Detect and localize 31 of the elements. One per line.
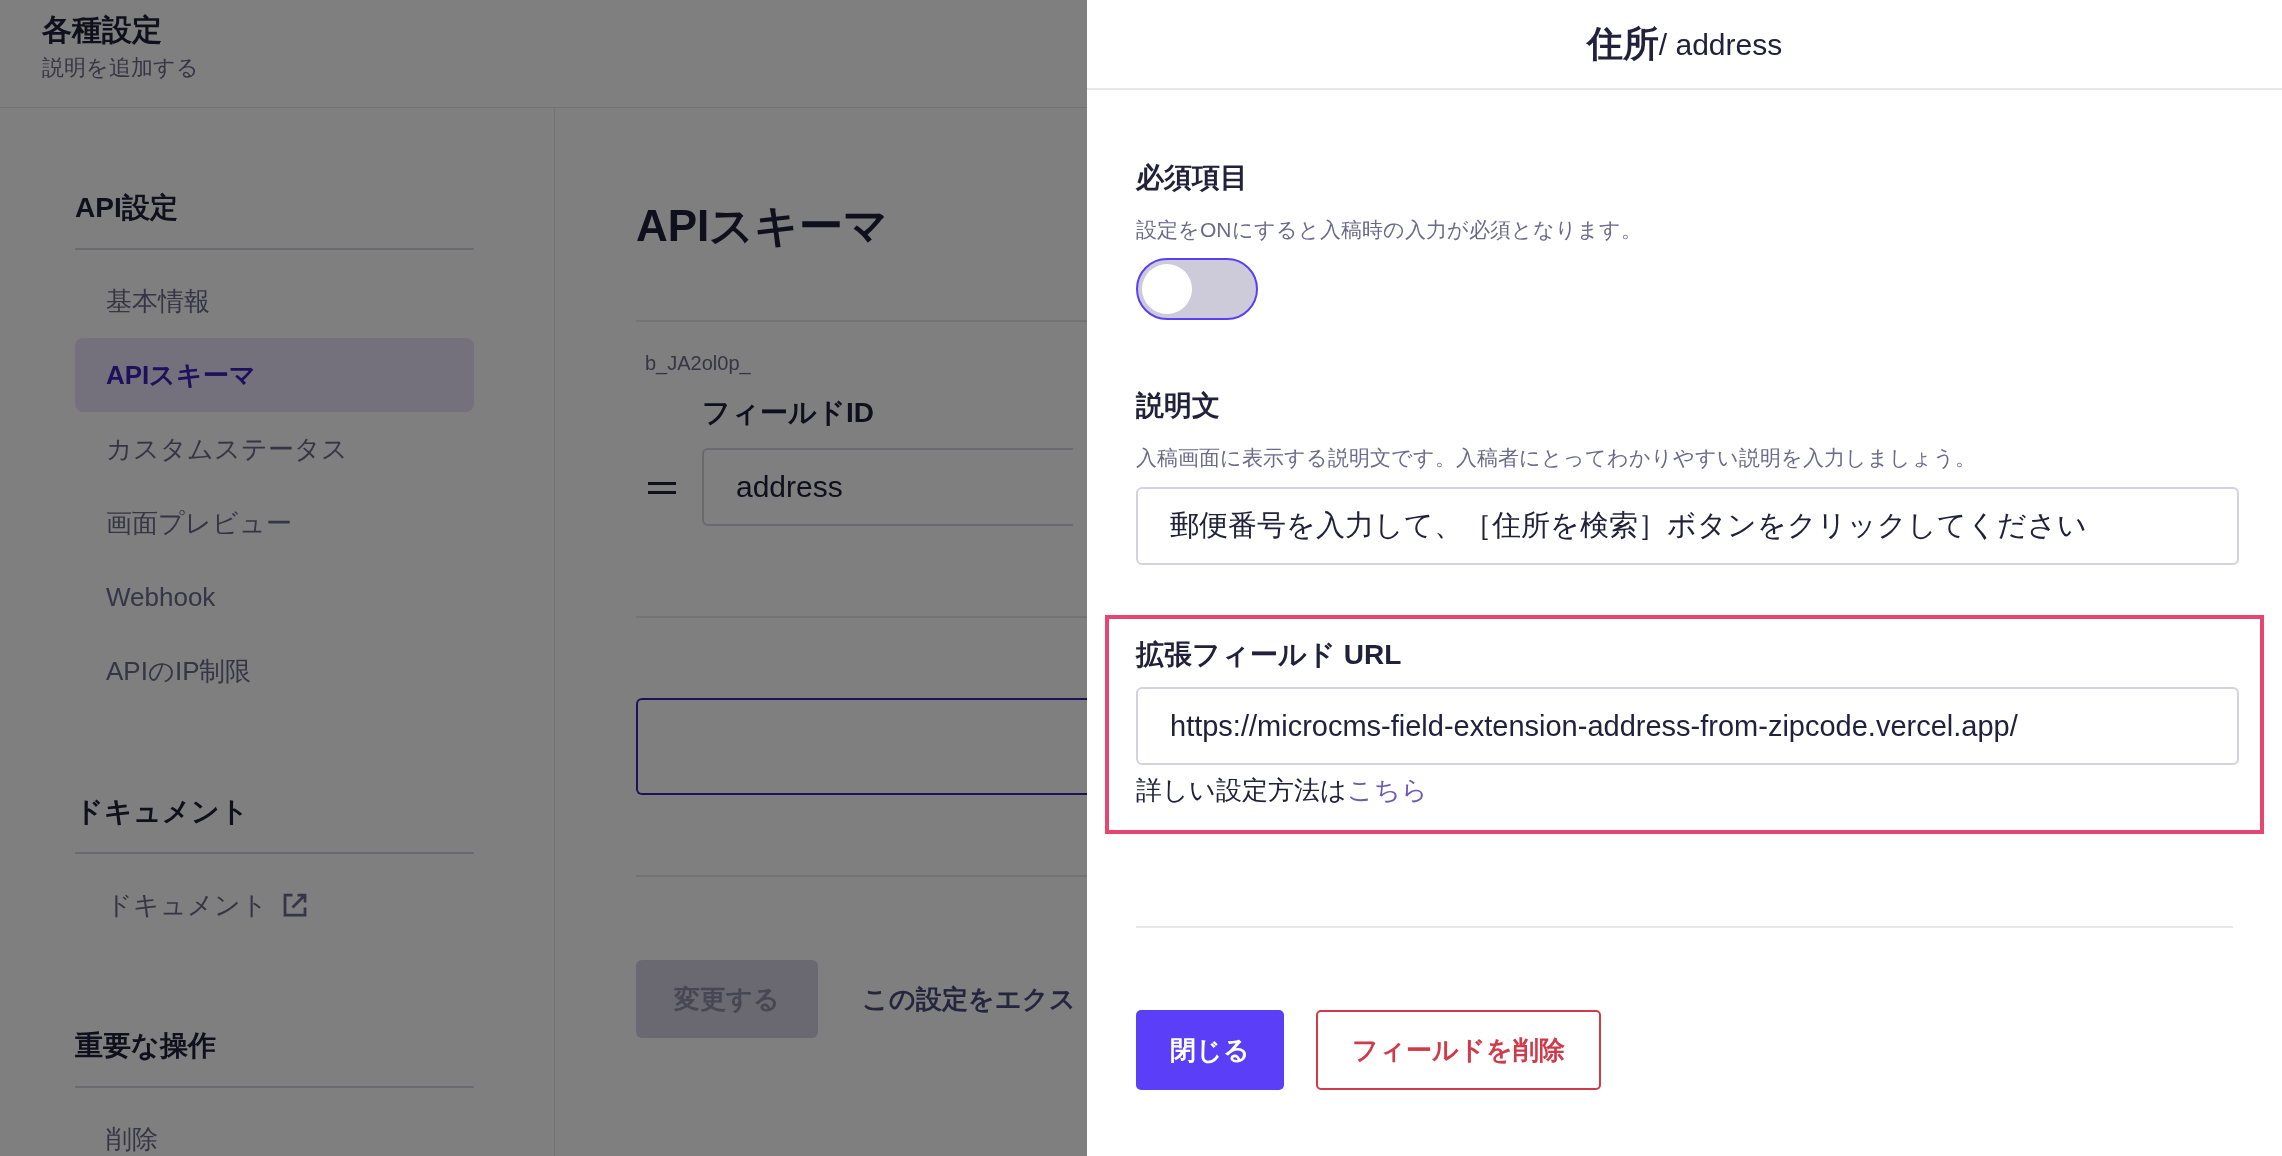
field-label: 必須項目 bbox=[1136, 161, 1249, 195]
field-label: フィールドID bbox=[702, 396, 875, 430]
section-heading: ドキュメント bbox=[75, 792, 474, 854]
field-description: 設定をONにすると入稿時の入力が必須となります。 bbox=[1136, 217, 1643, 243]
sidebar-item[interactable]: 基本情報 bbox=[75, 264, 474, 338]
sidebar-item[interactable]: Webhook bbox=[75, 560, 474, 634]
help-text: 詳しい設定方法は こちら bbox=[1136, 774, 1429, 807]
export-link[interactable]: この設定をエクス bbox=[862, 979, 1076, 1019]
page-subtitle: 説明を追加する bbox=[42, 54, 199, 82]
close-button[interactable]: 閉じる bbox=[1136, 1010, 1284, 1090]
sidebar-item[interactable]: APIのIP制限 bbox=[75, 634, 474, 708]
drawer-title: 住所/ address bbox=[1087, 0, 2282, 90]
field-label: 説明文 bbox=[1136, 388, 1221, 423]
help-link[interactable]: こちら bbox=[1347, 775, 1428, 805]
url-input[interactable]: https://microcms-field-extension-address-from-zipcode.vercel.app/ bbox=[1136, 687, 2239, 765]
sidebar-item[interactable]: 画面プレビュー bbox=[75, 486, 474, 560]
description-input[interactable]: 郵便番号を入力して、［住所を検索］ボタンをクリックしてください bbox=[1136, 487, 2239, 565]
field-label: 拡張フィールド URL bbox=[1136, 638, 1403, 672]
sidebar-item[interactable]: カスタムステータス bbox=[75, 412, 474, 486]
field-key: b_JA2ol0p_ bbox=[645, 348, 2282, 378]
sidebar-item[interactable]: ドキュメント bbox=[75, 868, 474, 942]
field-description: 入稿画面に表示する説明文です。入稿者にとってわかりやすい説明を入力しましょう。 bbox=[1136, 444, 1977, 471]
drag-handle-icon[interactable] bbox=[648, 482, 676, 494]
sidebar-item[interactable]: 削除 bbox=[75, 1102, 474, 1156]
section-heading: API設定 bbox=[75, 188, 474, 250]
sidebar-item[interactable]: APIスキーマ bbox=[75, 338, 474, 412]
field-id-input[interactable]: address bbox=[702, 448, 1073, 526]
delete-field-button[interactable]: フィールドを削除 bbox=[1316, 1010, 1601, 1090]
section-heading: 重要な操作 bbox=[75, 1026, 474, 1088]
page-title: 各種設定 bbox=[42, 12, 162, 48]
input-field[interactable] bbox=[636, 698, 1087, 795]
